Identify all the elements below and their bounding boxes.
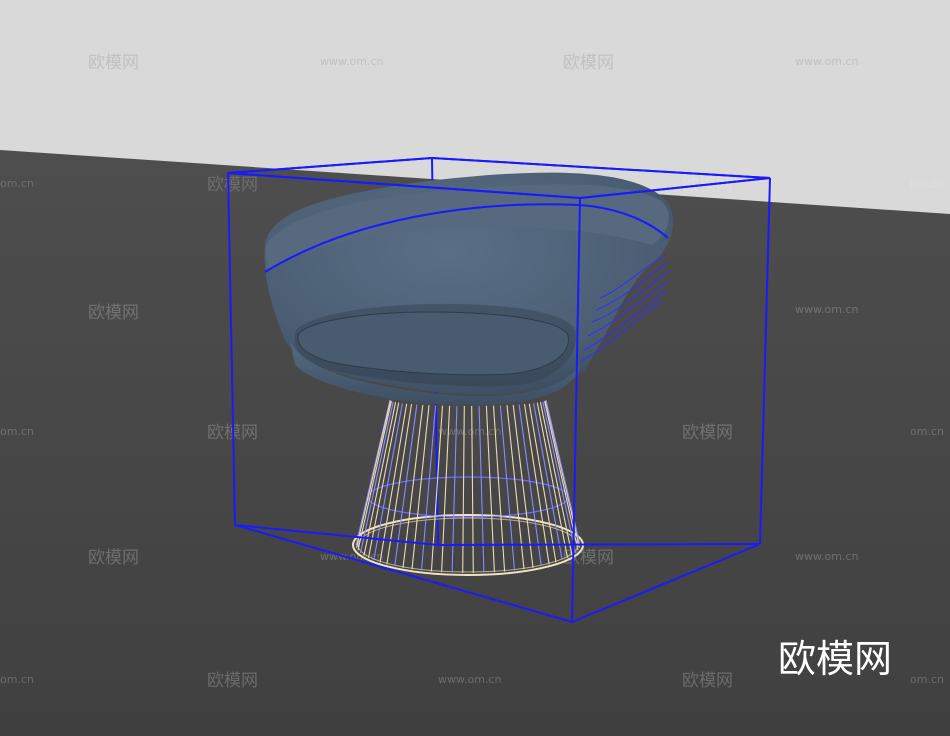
watermark-url: om.cn bbox=[0, 673, 34, 686]
watermark-url: www.om.cn bbox=[795, 550, 858, 563]
watermark-url: om.cn bbox=[910, 177, 944, 190]
watermark-url: www.om.cn bbox=[795, 303, 858, 316]
watermark-url: www.om.cn bbox=[795, 55, 858, 68]
watermark-text: 欧模网 bbox=[682, 423, 733, 443]
watermark-url: www.om.cn bbox=[320, 55, 383, 68]
watermark-url: om.cn bbox=[910, 425, 944, 438]
3d-viewport[interactable]: 欧模网 www.om.cn 欧模网 www.om.cn 欧模网 www.om.c… bbox=[0, 0, 950, 736]
brand-logo: 欧模网 bbox=[778, 637, 892, 681]
watermark-text: 欧模网 bbox=[88, 53, 139, 73]
watermark-text: 欧模网 bbox=[88, 303, 139, 323]
watermark-text: 欧模网 bbox=[563, 53, 614, 73]
watermark-text: 欧模网 bbox=[207, 671, 258, 691]
watermark-url: om.cn bbox=[0, 425, 34, 438]
watermark-url: om.cn bbox=[910, 673, 944, 686]
watermark-url: www.om.cn bbox=[438, 425, 501, 438]
watermark-url: om.cn bbox=[0, 177, 34, 190]
watermark-url: www.om.cn bbox=[438, 673, 501, 686]
watermark-text: 欧模网 bbox=[207, 175, 258, 195]
watermark-text: 欧模网 bbox=[682, 671, 733, 691]
watermark-text: 欧模网 bbox=[88, 548, 139, 568]
